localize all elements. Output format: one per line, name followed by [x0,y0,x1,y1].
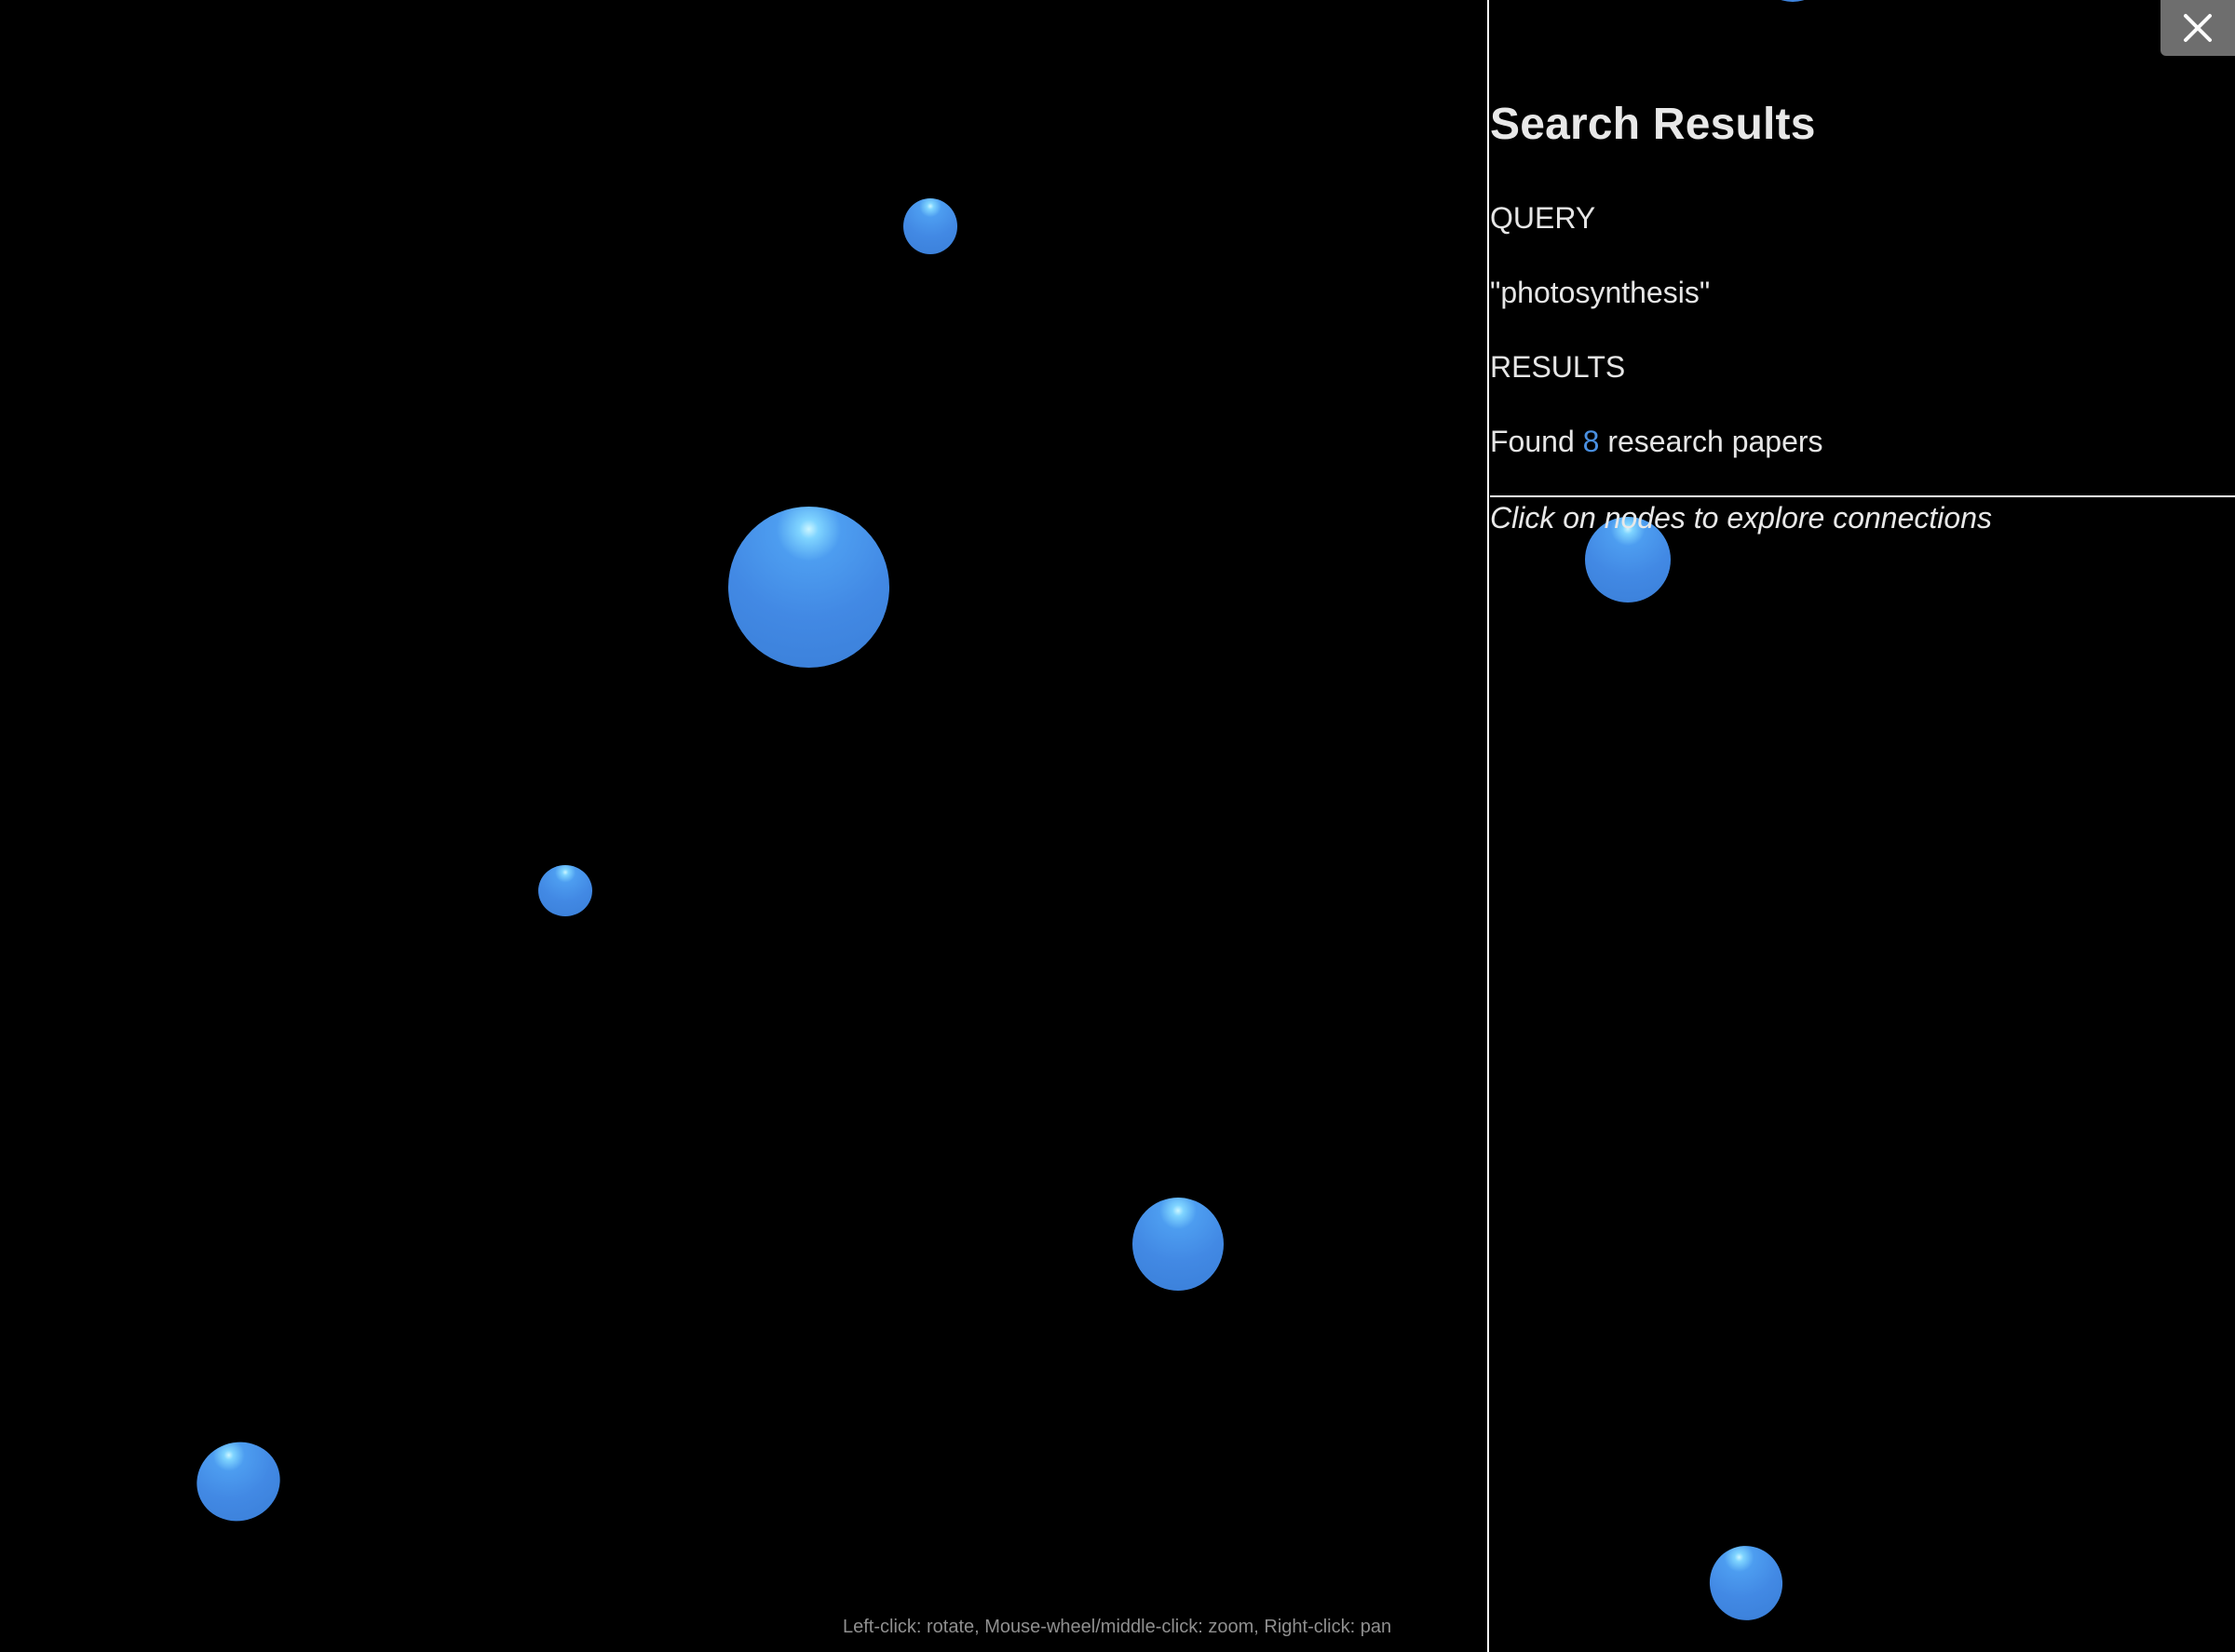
graph-node[interactable] [538,865,592,916]
graph-node[interactable] [1132,1198,1224,1291]
graph-canvas[interactable] [0,0,2235,1652]
graph-node[interactable] [1700,1537,1792,1629]
graph-node[interactable] [1767,0,1819,2]
close-icon [2184,14,2212,42]
graph-node[interactable] [185,1430,291,1533]
graph-node[interactable] [1585,517,1671,603]
controls-help-text: Left-click: rotate, Mouse-wheel/middle-c… [843,1617,1392,1637]
close-button[interactable] [2160,0,2235,56]
panel-divider [1487,0,1489,1652]
graph-node[interactable] [903,198,957,254]
app-root: Search Results QUERY "photosynthesis" RE… [0,0,2235,1652]
graph-node[interactable] [728,507,889,668]
